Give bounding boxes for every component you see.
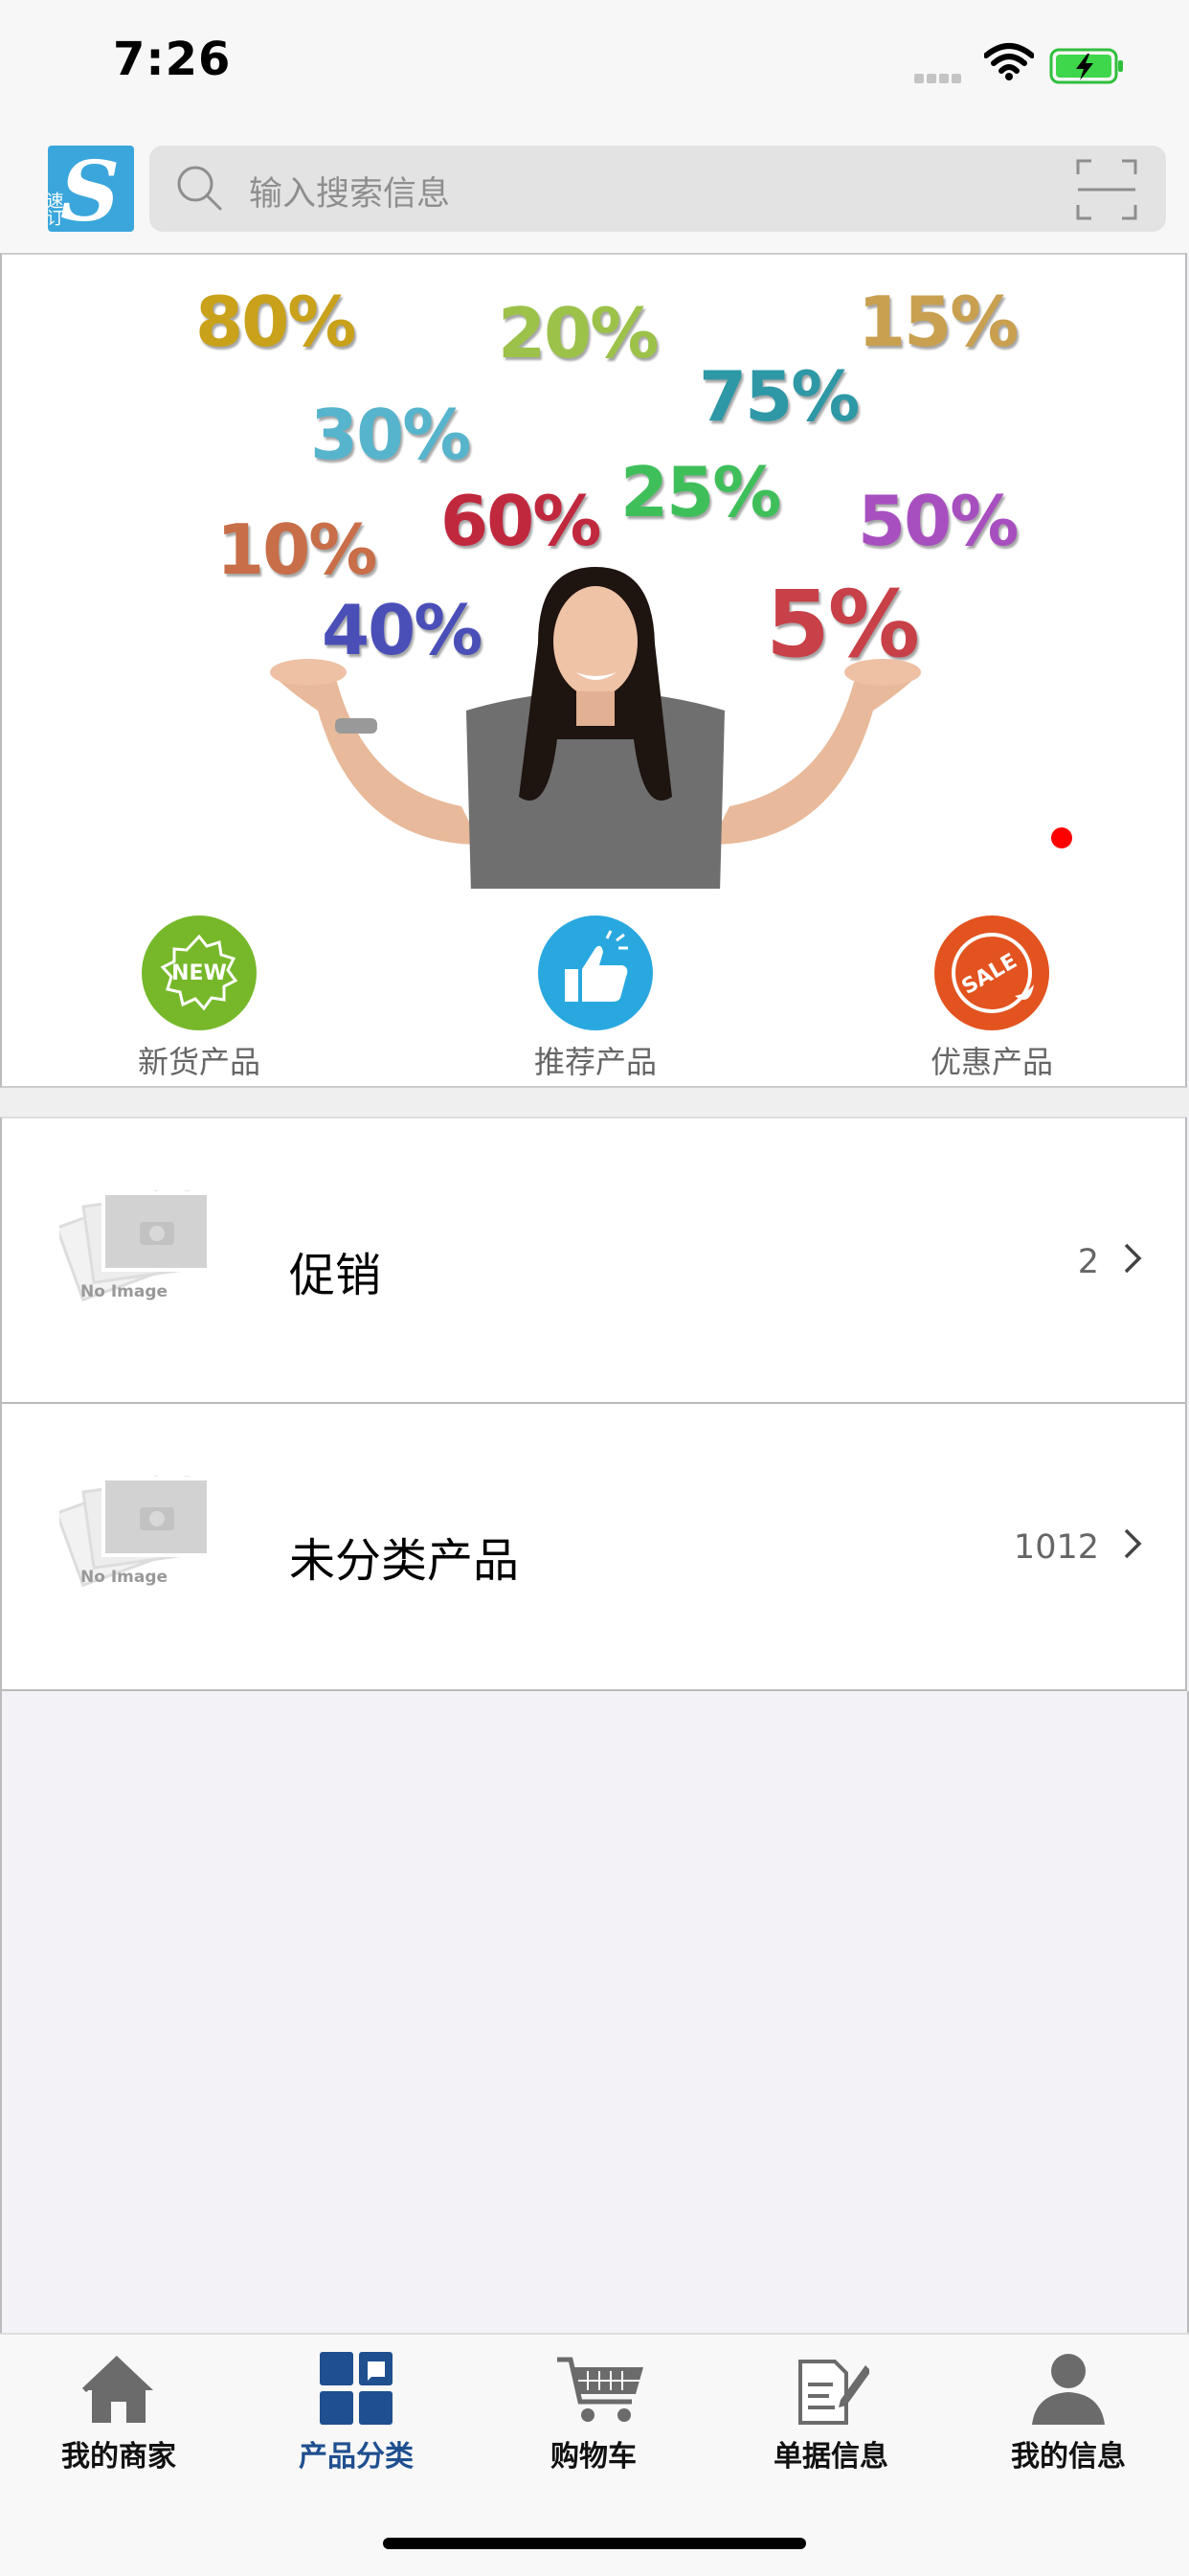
grid-icon [318,2350,394,2427]
category-title: 未分类产品 [289,1534,520,1588]
banner-percent: 60% [440,481,601,561]
category-count: 1012 [1013,1528,1099,1567]
document-icon [793,2350,871,2427]
wifi-icon [983,42,1035,84]
tab-my-merchants[interactable]: 我的商家 [0,2335,237,2488]
tab-label: 产品分类 [299,2440,414,2474]
no-image-placeholder-icon: No Image [55,1465,222,1593]
woman-illustration [270,567,921,889]
home-indicator [383,2538,806,2549]
logo-text: 速订 [48,192,64,226]
shortcut-discounts[interactable]: SALE 优惠产品 [886,889,1097,1088]
banner-percent: 20% [498,293,659,373]
home-icon [80,2350,157,2427]
category-row-uncategorized[interactable]: No Image 未分类产品 1012 [0,1404,1187,1691]
new-badge-icon: NEW [142,915,257,1030]
new-badge-text: NEW [171,961,227,985]
tab-order-documents[interactable]: 单据信息 [712,2335,950,2488]
banner-percent: 50% [858,481,1019,561]
tab-shopping-cart[interactable]: 购物车 [475,2335,712,2488]
chevron-right-icon [1122,1526,1143,1565]
banner-percent: 80% [195,282,356,362]
shortcut-new-products[interactable]: NEW 新货产品 [94,889,304,1088]
battery-charging-icon [1049,48,1126,90]
banner-percent: 15% [858,282,1019,362]
status-time: 7:26 [113,33,232,86]
category-row-promotion[interactable]: No Image 促销 2 [0,1117,1187,1404]
cellular-signal-icon [914,69,964,87]
no-image-placeholder-icon: No Image [55,1180,222,1308]
chevron-right-icon [1122,1241,1143,1279]
search-input[interactable]: 输入搜索信息 [249,167,450,215]
tab-product-categories[interactable]: 产品分类 [237,2335,475,2488]
tab-label: 购物车 [550,2440,637,2474]
shortcut-recommended[interactable]: 推荐产品 [490,889,701,1088]
tab-my-info[interactable]: 我的信息 [950,2335,1187,2488]
no-image-text: No Image [80,1568,168,1587]
category-shortcuts: NEW 新货产品 推荐产品 SALE 优惠产品 [0,889,1187,1088]
banner-percent: 25% [620,452,781,532]
sale-badge-text: SALE [958,949,1021,1000]
banner-percent: 30% [310,395,471,475]
logo-letter: S [60,146,120,232]
tab-label: 我的信息 [1011,2440,1126,2474]
banner-page-indicator[interactable] [1051,827,1072,848]
search-icon [174,163,226,218]
tab-label: 我的商家 [61,2440,176,2474]
shortcut-label: 推荐产品 [533,1044,657,1080]
app-logo: S 速订 [44,144,134,240]
section-divider [0,1088,1189,1117]
scan-icon[interactable] [1076,159,1137,224]
tab-label: 单据信息 [774,2440,888,2474]
category-title: 促销 [289,1249,382,1302]
no-image-text: No Image [80,1282,168,1301]
user-icon [1030,2350,1107,2427]
thumbs-up-icon [538,915,653,1030]
content-border [0,1691,2,2333]
promo-banner[interactable]: 80% 20% 15% 75% 30% 25% 60% 50% 10% 40% … [0,253,1187,889]
shortcut-label: 优惠产品 [930,1044,1053,1080]
cart-icon [555,2350,643,2427]
sale-tag-icon: SALE [934,915,1049,1030]
banner-percent: 75% [699,356,860,437]
category-count: 2 [1077,1243,1099,1281]
shortcut-label: 新货产品 [137,1044,260,1080]
